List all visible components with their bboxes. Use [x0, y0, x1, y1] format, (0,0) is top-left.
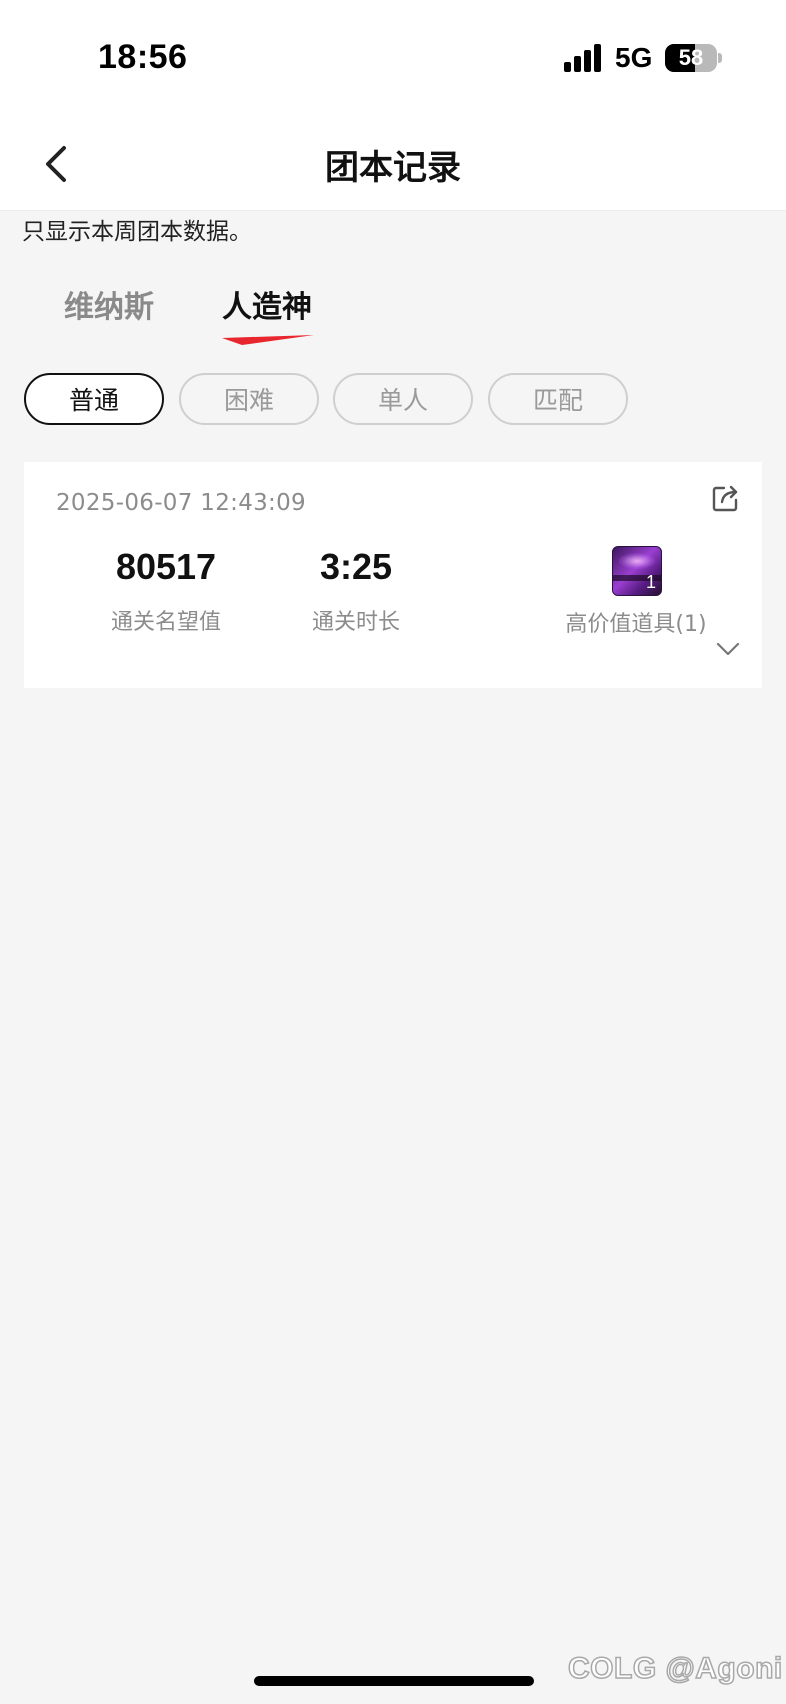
filter-solo-button[interactable]: 单人 — [333, 373, 473, 425]
navigation-bar: 团本记录 — [0, 120, 786, 211]
tab-artificial-god[interactable]: 人造神 — [222, 282, 312, 326]
cellular-signal-icon — [564, 44, 601, 72]
item-count: 1 — [645, 572, 656, 592]
chevron-down-icon[interactable] — [714, 638, 742, 660]
battery-terminal — [718, 53, 722, 63]
reputation-value: 80517 — [115, 546, 217, 587]
filter-match-button[interactable]: 匹配 — [488, 373, 628, 425]
clear-time-value: 3:25 — [319, 546, 393, 587]
reputation-label: 通关名望值 — [110, 610, 221, 635]
high-value-item-label: 高价值道具(1) — [565, 612, 707, 637]
status-time: 18:56 — [98, 38, 188, 76]
item-icon-glow — [619, 553, 655, 569]
tab-venus[interactable]: 维纳斯 — [64, 282, 154, 326]
record-datetime: 2025-06-07 12:43:09 — [56, 490, 306, 516]
high-value-item-icon[interactable]: 1 — [612, 546, 662, 596]
filter-hard-button[interactable]: 困难 — [179, 373, 319, 425]
status-bar: 18:56 5G 58 — [0, 0, 786, 120]
network-type-label: 5G — [615, 42, 653, 73]
watermark: COLG @Agoni — [567, 1651, 783, 1686]
active-tab-indicator — [222, 335, 314, 345]
home-indicator[interactable] — [254, 1676, 534, 1686]
share-icon[interactable] — [710, 482, 742, 514]
page-title: 团本记录 — [325, 148, 461, 188]
battery-icon: 58 — [665, 44, 717, 72]
clear-time-label: 通关时长 — [311, 610, 400, 635]
record-card: 2025-06-07 12:43:09 80517 通关名望值 3:25 通关时… — [24, 462, 762, 688]
battery-level: 58 — [678, 45, 704, 70]
filter-normal-button[interactable]: 普通 — [24, 373, 164, 425]
weekly-data-notice: 只显示本周团本数据。 — [22, 219, 252, 245]
